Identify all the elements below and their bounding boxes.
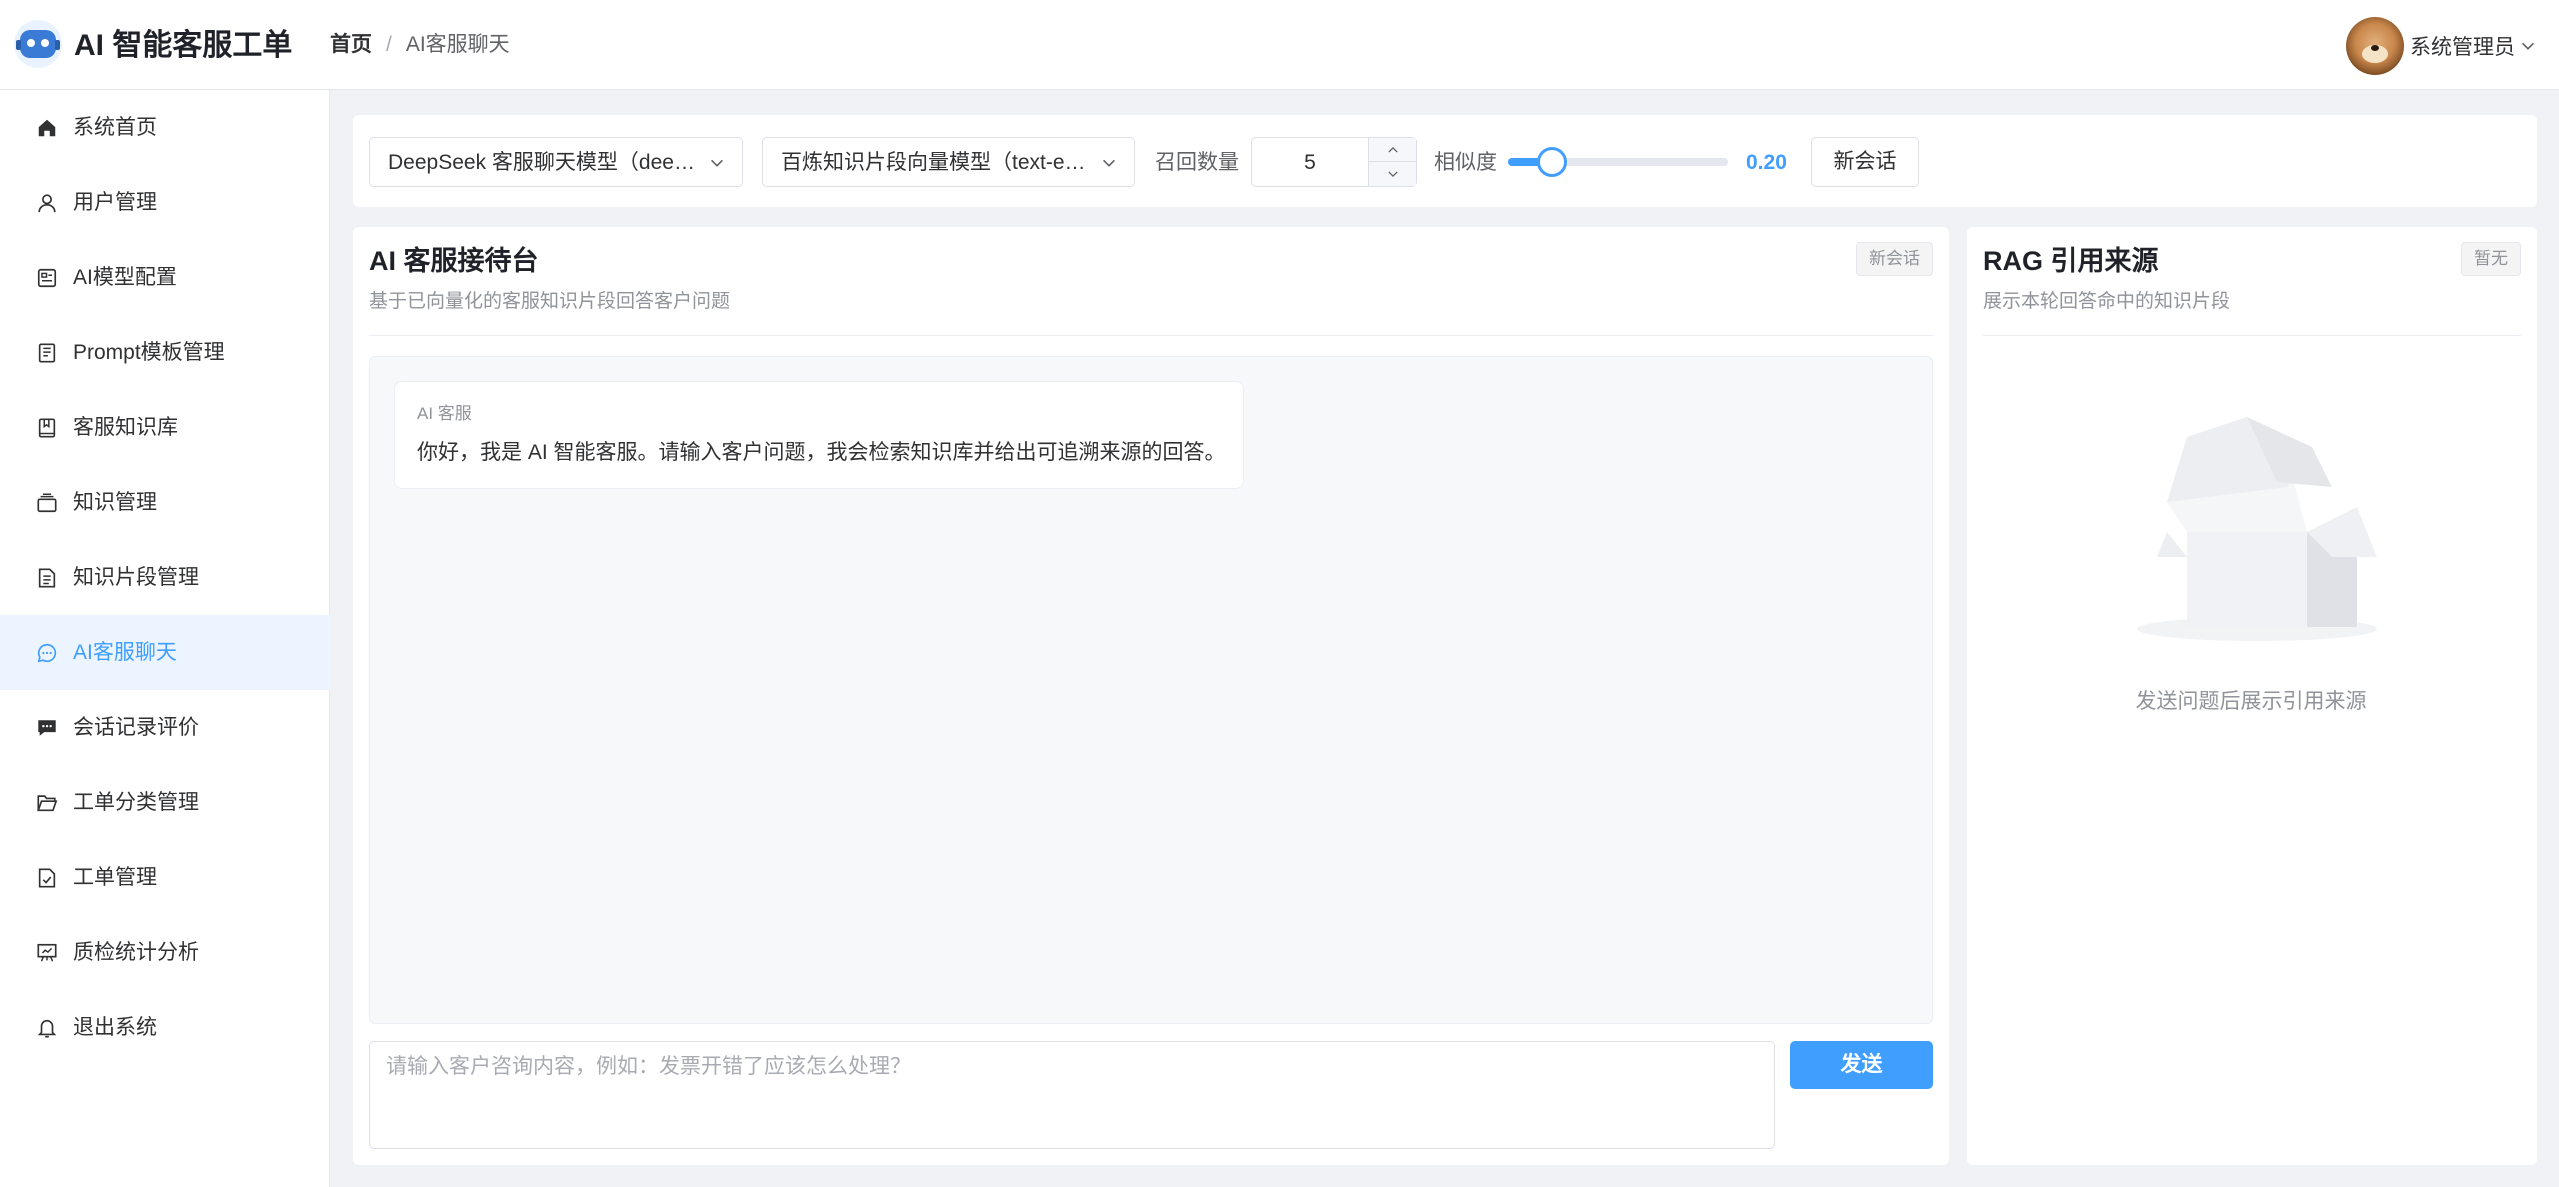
chevron-down-icon <box>711 159 723 167</box>
sidebar-item-label: 工单管理 <box>73 865 157 889</box>
sidebar-item-label: 系统首页 <box>73 115 157 139</box>
sidebar-item-knowledge-management[interactable]: 知识管理 <box>0 465 330 540</box>
similarity-slider[interactable] <box>1508 147 1728 177</box>
sidebar-item-prompt-templates[interactable]: Prompt模板管理 <box>0 315 330 390</box>
message-sender: AI 客服 <box>417 404 472 423</box>
new-session-button[interactable]: 新会话 <box>1811 137 1919 187</box>
message-icon <box>38 719 56 736</box>
chat-model-value: DeepSeek 客服聊天模型（deepseek-chat） <box>388 151 698 174</box>
bell-icon <box>37 1019 57 1038</box>
sidebar-item-tickets[interactable]: 工单管理 <box>0 840 330 915</box>
similarity-label: 相似度 <box>1434 151 1497 174</box>
breadcrumb: 首页 / AI客服聊天 <box>330 30 510 60</box>
breadcrumb-current: AI客服聊天 <box>405 33 510 56</box>
sidebar-item-label: 客服知识库 <box>73 415 178 439</box>
embedding-model-value: 百炼知识片段向量模型（text-embedding-v3） <box>781 151 1091 174</box>
recall-count-stepper[interactable]: 5 <box>1251 137 1417 187</box>
stepper-down-button[interactable] <box>1369 162 1417 186</box>
sidebar-item-qa-statistics[interactable]: 质检统计分析 <box>0 915 330 990</box>
chevron-down-icon[interactable] <box>2519 37 2537 55</box>
sidebar-item-ai-model-config[interactable]: AI模型配置 <box>0 240 330 315</box>
list-document-icon <box>38 567 56 588</box>
sidebar-item-label: Prompt模板管理 <box>73 340 225 364</box>
folder-stack-icon <box>37 493 57 512</box>
document-check-icon <box>38 867 56 888</box>
top-header: AI 智能客服工单 首页 / AI客服聊天 系统管理员 <box>0 0 2559 90</box>
message-list[interactable]: AI 客服 你好，我是 AI 智能客服。请输入客户问题，我会检索知识库并给出可追… <box>369 356 1933 1024</box>
avatar[interactable] <box>2346 17 2404 75</box>
sidebar-item-label: 知识片段管理 <box>73 565 199 589</box>
slider-handle[interactable] <box>1537 147 1567 177</box>
sidebar-item-label: 会话记录评价 <box>73 715 199 739</box>
user-menu[interactable]: 系统管理员 <box>2346 16 2537 76</box>
sidebar-item-knowledge-fragments[interactable]: 知识片段管理 <box>0 540 330 615</box>
folder-open-icon <box>37 794 58 811</box>
sidebar-item-label: 质检统计分析 <box>73 940 199 964</box>
stepper-up-button[interactable] <box>1369 138 1417 162</box>
home-icon <box>38 119 56 136</box>
book-icon <box>38 417 56 438</box>
embedding-model-select[interactable]: 百炼知识片段向量模型（text-embedding-v3） <box>762 137 1135 187</box>
user-icon <box>38 193 56 212</box>
model-config-icon <box>37 268 57 287</box>
chart-board-icon <box>37 943 57 962</box>
sidebar-item-label: AI客服聊天 <box>73 640 177 664</box>
session-status-badge: 新会话 <box>1856 242 1933 276</box>
sidebar-item-label: 退出系统 <box>73 1015 157 1039</box>
sidebar-item-session-reviews[interactable]: 会话记录评价 <box>0 690 330 765</box>
stepper-controls <box>1368 138 1417 186</box>
sidebar-item-ticket-categories[interactable]: 工单分类管理 <box>0 765 330 840</box>
chat-panel-title: AI 客服接待台 <box>369 246 539 276</box>
document-icon <box>38 342 56 363</box>
chat-settings-toolbar: DeepSeek 客服聊天模型（deepseek-chat） 百炼知识片段向量模… <box>353 115 2537 207</box>
rag-empty-text: 发送问题后展示引用来源 <box>2135 690 2367 713</box>
chat-icon <box>37 643 57 662</box>
robot-logo-icon <box>14 20 62 68</box>
chevron-down-icon <box>1103 159 1115 167</box>
similarity-value: 0.20 <box>1746 151 1787 174</box>
ai-message-bubble: AI 客服 你好，我是 AI 智能客服。请输入客户问题，我会检索知识库并给出可追… <box>394 381 1244 489</box>
rag-status-badge: 暂无 <box>2461 242 2521 276</box>
sidebar-item-label: 用户管理 <box>73 190 157 214</box>
sidebar-item-logout[interactable]: 退出系统 <box>0 990 330 1065</box>
message-text: 你好，我是 AI 智能客服。请输入客户问题，我会检索知识库并给出可追溯来源的回答… <box>417 441 1226 464</box>
chevron-up-icon <box>1388 147 1398 153</box>
sidebar-item-users[interactable]: 用户管理 <box>0 165 330 240</box>
sidebar-item-home[interactable]: 系统首页 <box>0 90 330 165</box>
rag-panel-title: RAG 引用来源 <box>1983 246 2159 276</box>
rag-panel-subtitle: 展示本轮回答命中的知识片段 <box>1983 291 2231 312</box>
chat-model-select[interactable]: DeepSeek 客服聊天模型（deepseek-chat） <box>369 137 743 187</box>
divider <box>369 335 1933 336</box>
divider <box>1983 335 2521 336</box>
sidebar-item-label: AI模型配置 <box>73 265 177 289</box>
recall-count-value[interactable]: 5 <box>1252 149 1368 177</box>
sidebar: 系统首页 用户管理 AI模型配置 Prompt模板管理 客服知识库 知识管理 知… <box>0 90 330 1187</box>
customer-query-input[interactable] <box>369 1041 1775 1149</box>
sidebar-item-ai-chat[interactable]: AI客服聊天 <box>0 615 330 690</box>
chat-panel: AI 客服接待台 基于已向量化的客服知识片段回答客户问题 新会话 AI 客服 你… <box>353 227 1949 1165</box>
breadcrumb-home[interactable]: 首页 <box>330 33 372 56</box>
app-title: AI 智能客服工单 <box>74 29 293 62</box>
chat-panel-subtitle: 基于已向量化的客服知识片段回答客户问题 <box>369 291 731 312</box>
sidebar-item-label: 知识管理 <box>73 490 157 514</box>
empty-box-icon <box>2137 417 2377 641</box>
send-button[interactable]: 发送 <box>1790 1041 1933 1089</box>
chevron-down-icon <box>1388 171 1398 177</box>
sidebar-item-knowledge-base[interactable]: 客服知识库 <box>0 390 330 465</box>
breadcrumb-separator: / <box>386 33 392 56</box>
rag-sources-panel: RAG 引用来源 展示本轮回答命中的知识片段 暂无 发送问题后展示引用来源 <box>1967 227 2537 1165</box>
user-name[interactable]: 系统管理员 <box>2410 31 2515 61</box>
sidebar-item-label: 工单分类管理 <box>73 790 199 814</box>
recall-count-label: 召回数量 <box>1155 151 1239 174</box>
